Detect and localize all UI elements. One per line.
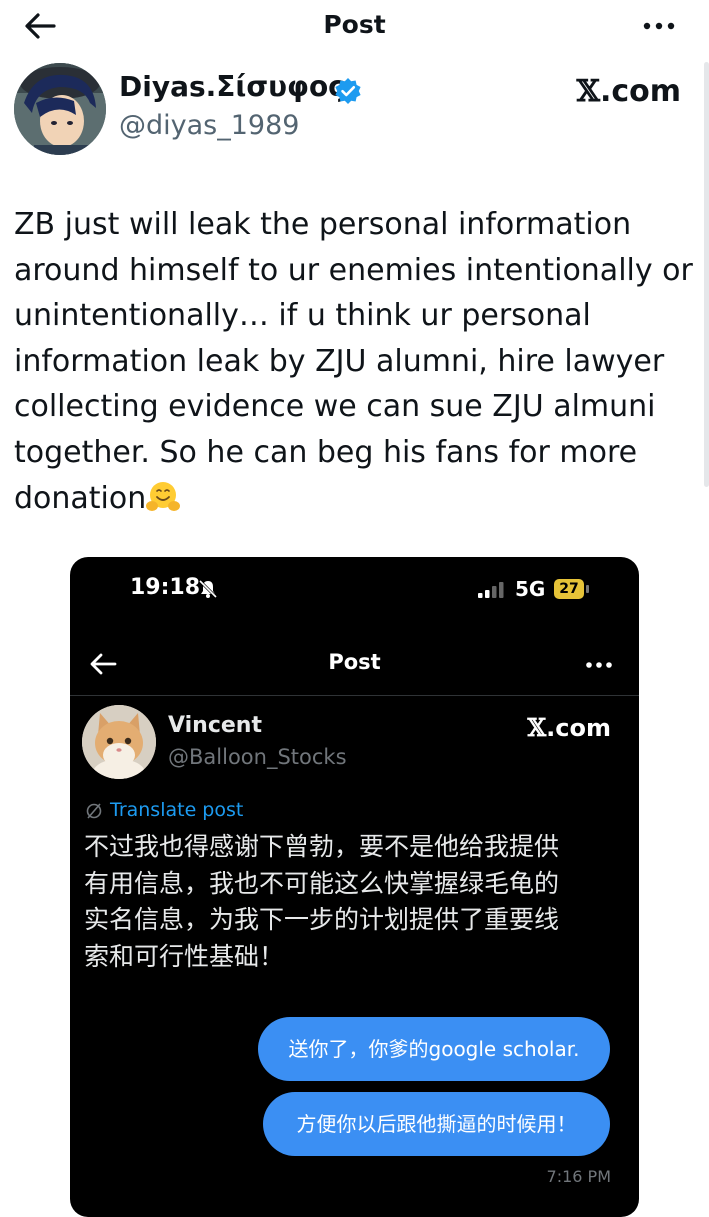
page-title: Post	[323, 10, 386, 39]
author-avatar[interactable]	[14, 63, 106, 155]
watermark-domain: .com	[599, 74, 681, 109]
signal-strength-icon	[478, 582, 506, 598]
post-line: together. So he can beg his fans for mor…	[14, 434, 638, 470]
divider	[70, 695, 639, 696]
post-line: collecting evidence we can sue ZJU almun…	[14, 389, 656, 425]
message-bubble[interactable]: 送你了，你爹的google scholar.	[258, 1017, 610, 1081]
embedded-post-line: 不过我也得感谢下曾勃，要不是他给我提供	[84, 832, 560, 861]
battery-icon: 27	[554, 579, 590, 601]
more-horizontal-icon	[586, 662, 612, 668]
embedded-page-title: Post	[328, 650, 381, 674]
top-bar: Post	[0, 0, 709, 52]
hugging-face-emoji-icon	[146, 480, 181, 514]
post-line: ZB just will leak the personal informati…	[14, 207, 632, 242]
embedded-post-text: 不过我也得感谢下曾勃，要不是他给我提供 有用信息，我也不可能这么快掌握绿毛龟的 …	[84, 829, 624, 975]
embedded-post-line: 有用信息，我也不可能这么快掌握绿毛龟的	[84, 868, 560, 898]
author-display-name[interactable]: Diyas.Σίσυφος	[119, 70, 345, 103]
embedded-post-line: 索和可行性基础！	[84, 941, 285, 971]
scrollbar-thumb[interactable]	[704, 62, 709, 487]
more-horizontal-icon	[643, 22, 675, 30]
post-line: unintentionally… if u think ur personal	[14, 298, 591, 334]
watermark-domain: .com	[546, 714, 611, 742]
author-handle[interactable]: @diyas_1989	[119, 110, 299, 141]
embedded-author-handle[interactable]: @Balloon_Stocks	[168, 745, 347, 769]
embedded-author-name[interactable]: Vincent	[168, 713, 262, 738]
battery-tip	[586, 585, 589, 593]
avatar-illustration	[14, 63, 106, 155]
message-timestamp: 7:16 PM	[546, 1167, 611, 1186]
translate-icon	[85, 802, 103, 820]
verified-badge-icon	[334, 77, 362, 105]
post-text: ZB just will leak the personal informati…	[14, 202, 700, 521]
more-options-button[interactable]	[641, 12, 677, 40]
embedded-author-avatar[interactable]	[82, 705, 156, 779]
status-bar-time: 19:18	[130, 575, 201, 600]
post-line: information leak by ZJU alumni, hire law…	[14, 343, 665, 379]
x-com-watermark: 𝕏.com	[577, 74, 681, 109]
post-line: around himself to ur enemies intentional…	[14, 252, 693, 288]
post-line-last: donation	[14, 476, 700, 522]
embedded-screenshot[interactable]: 19:18 5G 27 Post Vincent @Balloon_Stocks…	[70, 557, 639, 1217]
cat-avatar-illustration	[82, 705, 156, 779]
network-label: 5G	[515, 577, 546, 601]
x-logo-icon: 𝕏	[576, 74, 600, 109]
battery-level: 27	[559, 581, 579, 597]
bell-muted-icon	[198, 579, 218, 599]
x-logo-icon: 𝕏	[527, 713, 547, 742]
embedded-x-com-watermark: 𝕏.com	[528, 713, 611, 742]
embedded-post-line: 实名信息，为我下一步的计划提供了重要线	[84, 905, 560, 934]
translate-post-link[interactable]: Translate post	[110, 799, 243, 821]
post-line: donation	[14, 480, 147, 516]
embedded-more-button[interactable]	[584, 654, 614, 676]
message-bubble[interactable]: 方便你以后跟他撕逼的时候用！	[263, 1092, 610, 1156]
